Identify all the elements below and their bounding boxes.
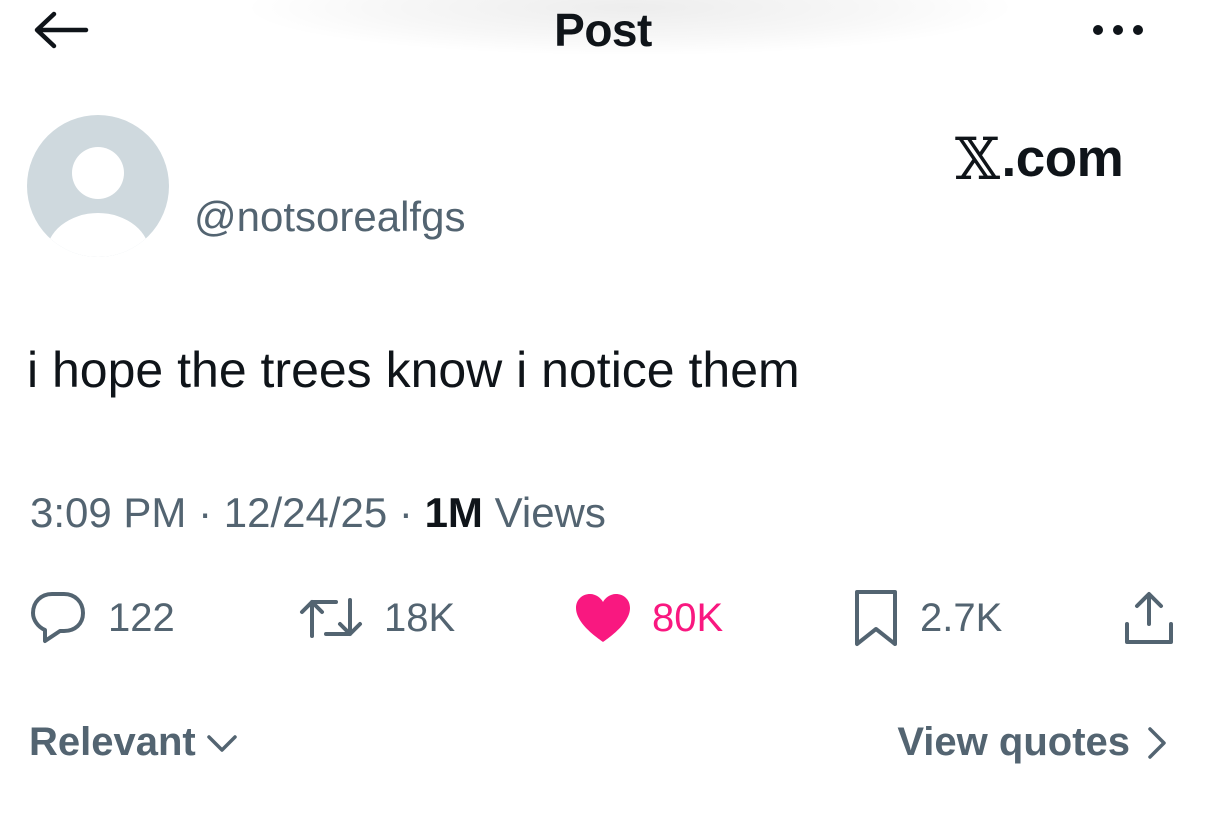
action-bar: 122 18K 80K 2.7K	[0, 586, 1206, 650]
reply-button[interactable]: 122	[28, 586, 175, 650]
reply-icon	[31, 592, 85, 643]
x-com-watermark: 𝕏 .com	[955, 125, 1124, 193]
repost-count: 18K	[384, 596, 456, 640]
avatar[interactable]	[27, 115, 169, 257]
chevron-down-icon	[207, 734, 237, 752]
chevron-right-icon	[1148, 726, 1166, 759]
post-meta: 3:09 PM · 12/24/25 · 1M Views	[30, 486, 606, 540]
reply-count: 122	[108, 596, 175, 640]
sort-replies-dropdown[interactable]: Relevant	[29, 720, 240, 765]
meta-separator: ·	[186, 489, 224, 536]
like-button[interactable]: 80K	[574, 586, 723, 650]
x-logo-icon: 𝕏	[955, 125, 1000, 193]
view-quotes-link[interactable]: View quotes	[897, 720, 1170, 765]
post-time[interactable]: 3:09 PM	[30, 489, 186, 536]
ellipsis-horizontal-icon	[1093, 25, 1143, 35]
default-avatar-icon	[28, 116, 168, 257]
author-handle[interactable]: @notsorealfgs	[194, 192, 465, 242]
bookmark-count: 2.7K	[920, 596, 1003, 640]
post-date[interactable]: 12/24/25	[224, 489, 388, 536]
bookmark-button[interactable]: 2.7K	[852, 586, 1002, 650]
views-count[interactable]: 1M	[425, 489, 483, 536]
bookmark-icon	[855, 590, 897, 646]
meta-separator: ·	[387, 489, 425, 536]
watermark-domain: .com	[1001, 129, 1124, 188]
post-header: Post	[0, 0, 1206, 70]
share-icon	[1125, 592, 1173, 644]
share-button[interactable]	[1122, 586, 1176, 650]
page-title: Post	[554, 4, 652, 56]
views-label: Views	[482, 489, 606, 536]
repost-button[interactable]: 18K	[298, 586, 455, 650]
heart-icon	[576, 594, 630, 642]
post-text: i hope the trees know i notice them	[27, 342, 800, 398]
sort-label: Relevant	[29, 720, 196, 764]
like-count: 80K	[652, 596, 724, 640]
repost-icon	[300, 598, 362, 638]
more-options-button[interactable]	[1086, 12, 1158, 48]
view-quotes-label: View quotes	[897, 720, 1130, 764]
